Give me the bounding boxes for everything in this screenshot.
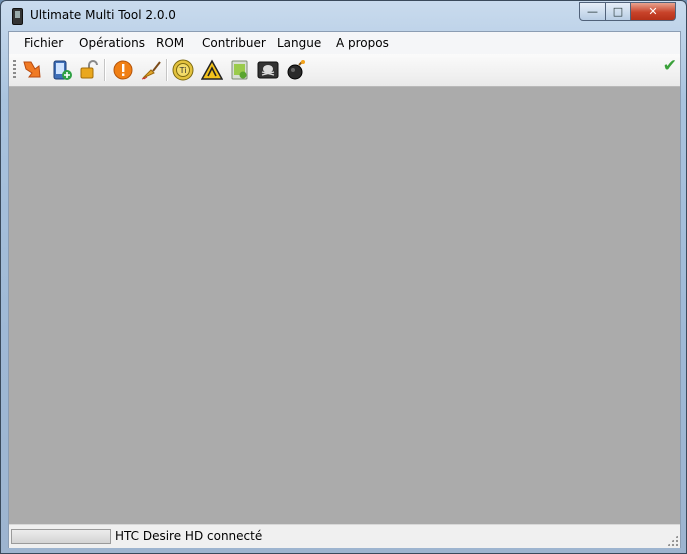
menu-bar: Fichier Opérations ROM Contribuer Langue… xyxy=(9,32,680,54)
phone-app-icon[interactable] xyxy=(12,8,23,25)
status-bar: HTC Desire HD connecté xyxy=(9,524,680,548)
toolbar-separator xyxy=(104,59,106,81)
app-window: Ultimate Multi Tool 2.0.0 — □ ✕ Fichier … xyxy=(0,0,687,554)
status-text: HTC Desire HD connecté xyxy=(115,529,263,543)
bomb-icon[interactable] xyxy=(284,59,306,81)
menu-operations[interactable]: Opérations xyxy=(79,36,145,50)
minimize-button[interactable]: — xyxy=(579,2,606,21)
unlock-icon[interactable] xyxy=(78,59,100,81)
toolbar: Ti ✔ xyxy=(9,54,680,87)
menu-contribuer[interactable]: Contribuer xyxy=(202,36,266,50)
status-check-icon: ✔ xyxy=(662,56,677,76)
hazard-triangle-icon[interactable] xyxy=(201,59,223,81)
window-title: Ultimate Multi Tool 2.0.0 xyxy=(30,8,176,22)
flash-arrow-icon[interactable] xyxy=(22,59,44,81)
menu-a-propos[interactable]: A propos xyxy=(336,36,389,50)
close-button[interactable]: ✕ xyxy=(630,2,676,21)
title-bar[interactable]: Ultimate Multi Tool 2.0.0 — □ ✕ xyxy=(1,1,686,29)
progress-bar xyxy=(11,529,111,544)
main-content-area xyxy=(9,87,680,524)
phone-add-icon[interactable] xyxy=(51,59,73,81)
toolbar-grip[interactable] xyxy=(13,60,16,80)
warning-circle-icon[interactable] xyxy=(112,59,134,81)
titanium-backup-icon[interactable]: Ti xyxy=(172,59,194,81)
menu-fichier[interactable]: Fichier xyxy=(24,36,63,50)
client-area: Fichier Opérations ROM Contribuer Langue… xyxy=(8,31,681,548)
maximize-button[interactable]: □ xyxy=(605,2,631,21)
resize-grip-icon[interactable] xyxy=(667,535,678,546)
cleaner-brush-icon[interactable] xyxy=(140,59,162,81)
menu-rom[interactable]: ROM xyxy=(156,36,184,50)
svg-text:Ti: Ti xyxy=(179,66,187,75)
toolbar-separator xyxy=(166,59,168,81)
pirate-terminal-icon[interactable] xyxy=(257,59,279,81)
menu-langue[interactable]: Langue xyxy=(277,36,321,50)
android-apk-icon[interactable] xyxy=(229,59,251,81)
